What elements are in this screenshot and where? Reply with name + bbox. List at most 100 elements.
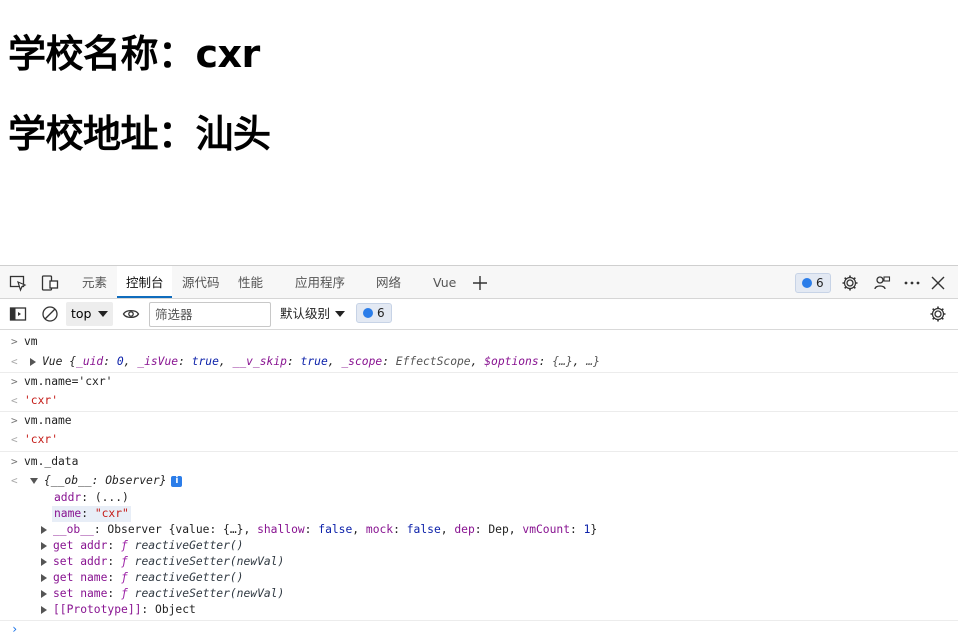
input-text: vm._data bbox=[24, 455, 79, 468]
vue-prefix: Vue { bbox=[42, 355, 77, 368]
console-result-line: < 'cxr' bbox=[0, 432, 958, 448]
tab-vue[interactable]: Vue bbox=[433, 266, 456, 298]
result-text: 'cxr' bbox=[24, 433, 59, 446]
property-row[interactable]: set addr: ƒ reactiveSetter(newVal) bbox=[0, 554, 958, 570]
toolbar-issues-count: 6 bbox=[377, 306, 385, 320]
expand-triangle-icon[interactable] bbox=[41, 542, 47, 550]
info-icon[interactable]: i bbox=[171, 475, 183, 487]
function-symbol: ƒ bbox=[121, 571, 128, 584]
prop-key: __ob__ bbox=[53, 523, 94, 536]
result-chevron-icon: < bbox=[11, 394, 18, 407]
key-isvue: _isVue bbox=[137, 355, 179, 368]
property-row[interactable]: __ob__: Observer {value: {…}, shallow: f… bbox=[0, 522, 958, 538]
context-selector[interactable]: top bbox=[66, 302, 113, 326]
console-settings-gear-icon[interactable] bbox=[929, 305, 947, 323]
tab-elements[interactable]: 元素 bbox=[82, 266, 107, 298]
tab-sources[interactable]: 源代码 bbox=[182, 266, 220, 298]
clear-console-icon[interactable] bbox=[41, 305, 59, 323]
console-input-line: > vm bbox=[0, 334, 958, 350]
chevron-down-icon bbox=[335, 311, 345, 317]
console-result-line[interactable]: < Vue {_uid: 0, _isVue: true, __v_skip: … bbox=[0, 354, 958, 370]
issues-badge[interactable]: 6 bbox=[795, 273, 831, 293]
function-symbol: ƒ bbox=[121, 555, 128, 568]
prop-value: Observer {value: {…}, bbox=[107, 523, 258, 536]
divider bbox=[0, 451, 958, 452]
prop-key: get name bbox=[53, 571, 108, 584]
vm-object-preview[interactable]: Vue {_uid: 0, _isVue: true, __v_skip: tr… bbox=[30, 354, 600, 370]
issues-dot-icon bbox=[363, 308, 373, 318]
sidebar-toggle-icon[interactable] bbox=[9, 305, 27, 323]
val-options: {…} bbox=[552, 355, 573, 368]
divider bbox=[0, 372, 958, 373]
log-levels-dropdown[interactable]: 默认级别 bbox=[280, 302, 345, 326]
tab-application[interactable]: 应用程序 bbox=[295, 266, 345, 298]
prop-value: Object bbox=[155, 603, 196, 616]
result-chevron-icon: < bbox=[11, 433, 18, 446]
close-icon[interactable] bbox=[929, 274, 947, 292]
inspect-element-icon[interactable] bbox=[9, 274, 27, 292]
prop-key: shallow bbox=[257, 523, 305, 536]
school-address-heading: 学校地址：汕头 bbox=[8, 112, 271, 156]
device-emulation-icon[interactable] bbox=[41, 274, 59, 292]
function-symbol: ƒ bbox=[121, 587, 128, 600]
property-row[interactable]: [[Prototype]]: Object bbox=[0, 602, 958, 618]
tab-network[interactable]: 网络 bbox=[376, 266, 401, 298]
console-input-line: > vm.name bbox=[0, 413, 958, 429]
live-expression-eye-icon[interactable] bbox=[122, 305, 140, 323]
expand-triangle-icon[interactable] bbox=[41, 558, 47, 566]
more-options-icon[interactable] bbox=[903, 274, 921, 292]
settings-gear-icon[interactable] bbox=[841, 274, 859, 292]
input-chevron-icon: > bbox=[11, 414, 18, 427]
console-prompt[interactable]: › bbox=[0, 621, 958, 636]
divider bbox=[0, 411, 958, 412]
school-name-heading: 学校名称：cxr bbox=[8, 32, 260, 76]
prop-key: set name bbox=[53, 587, 108, 600]
prop-key: mock bbox=[365, 523, 394, 536]
property-row[interactable]: addr: (...) bbox=[0, 490, 958, 506]
property-row[interactable]: set name: ƒ reactiveSetter(newVal) bbox=[0, 586, 958, 602]
feedback-icon[interactable] bbox=[873, 274, 891, 292]
prop-value[interactable]: (...) bbox=[95, 491, 129, 504]
tab-performance[interactable]: 性能 bbox=[238, 266, 263, 298]
toolbar-issues-badge[interactable]: 6 bbox=[356, 303, 392, 323]
prop-value: reactiveGetter() bbox=[134, 539, 244, 552]
expand-triangle-icon[interactable] bbox=[41, 526, 47, 534]
input-text: vm.name bbox=[24, 414, 72, 427]
val-vskip: true bbox=[300, 355, 328, 368]
log-levels-label: 默认级别 bbox=[280, 306, 331, 321]
key-scope: _scope bbox=[341, 355, 383, 368]
issues-dot-icon bbox=[802, 278, 812, 288]
val-uid: 0 bbox=[116, 355, 124, 368]
val-isvue: true bbox=[191, 355, 219, 368]
console-toolbar: top 筛选器 默认级别 6 bbox=[0, 299, 958, 330]
console-result-line: < 'cxr' bbox=[0, 393, 958, 409]
prop-value: reactiveSetter(newVal) bbox=[134, 587, 285, 600]
result-chevron-icon: < bbox=[11, 474, 18, 487]
console-output: > vm < Vue {_uid: 0, _isVue: true, __v_s… bbox=[0, 330, 958, 636]
result-chevron-icon: < bbox=[11, 355, 18, 368]
expand-triangle-icon[interactable] bbox=[41, 574, 47, 582]
collapse-triangle-icon[interactable] bbox=[30, 478, 38, 484]
prop-value: 1 bbox=[583, 523, 591, 536]
expand-triangle-icon[interactable] bbox=[30, 358, 36, 366]
expand-triangle-icon[interactable] bbox=[41, 606, 47, 614]
data-object-header[interactable]: {__ob__: Observer} i bbox=[30, 473, 183, 489]
property-row[interactable]: get name: ƒ reactiveGetter() bbox=[0, 570, 958, 586]
property-row[interactable]: name: "cxr" bbox=[0, 506, 958, 522]
console-result-line[interactable]: < {__ob__: Observer} i bbox=[0, 473, 958, 489]
tab-console[interactable]: 控制台 bbox=[117, 266, 172, 298]
property-row[interactable]: get addr: ƒ reactiveGetter() bbox=[0, 538, 958, 554]
data-object-preview: {__ob__: Observer} bbox=[44, 474, 167, 487]
prop-key: dep bbox=[454, 523, 475, 536]
expand-triangle-icon[interactable] bbox=[41, 590, 47, 598]
issues-count: 6 bbox=[816, 276, 824, 290]
prop-key: vmCount bbox=[522, 523, 570, 536]
prop-key: set addr bbox=[53, 555, 108, 568]
devtools-panel: 元素 控制台 源代码 性能 应用程序 网络 Vue 6 top 筛选器 默认级别… bbox=[0, 265, 958, 636]
add-tab-icon[interactable] bbox=[471, 274, 489, 292]
input-chevron-icon: > bbox=[11, 455, 18, 468]
prop-value: false bbox=[318, 523, 353, 536]
filter-input[interactable]: 筛选器 bbox=[149, 302, 271, 327]
val-scope: EffectScope bbox=[395, 355, 471, 368]
console-input-line: > vm._data bbox=[0, 454, 958, 470]
